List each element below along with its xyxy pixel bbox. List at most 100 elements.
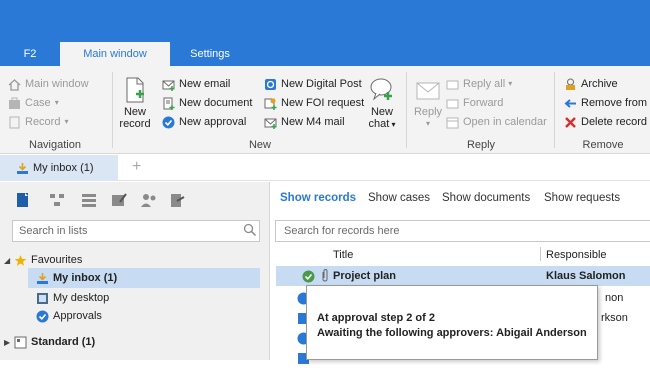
- expand-arrow-icon[interactable]: ▶: [4, 338, 14, 347]
- tab-settings[interactable]: Settings: [170, 42, 250, 66]
- email-icon: [162, 78, 175, 91]
- ribbon-separator: [112, 72, 113, 148]
- main-window-button[interactable]: Main window: [8, 75, 89, 93]
- tree-standard[interactable]: ▶ Standard (1): [0, 332, 270, 352]
- chevron-down-icon: ▾: [64, 117, 69, 126]
- tab-show-records[interactable]: Show records: [280, 192, 356, 204]
- case-icon: [8, 97, 21, 110]
- arrow-left-icon: [564, 97, 577, 110]
- approvals-label: Approvals: [53, 310, 102, 322]
- list-icon[interactable]: [80, 192, 98, 208]
- column-title[interactable]: Title: [333, 249, 353, 261]
- tab-show-cases[interactable]: Show cases: [368, 192, 430, 204]
- chat-icon: [368, 76, 396, 104]
- inbox-icon: [36, 272, 49, 285]
- ribbon-group-reply: Reply ▾ Reply all ▾ Forward Open in cale…: [408, 66, 554, 154]
- new-digital-post-label: New Digital Post: [281, 78, 362, 90]
- hierarchy-icon[interactable]: [48, 192, 66, 208]
- remove-from-list-label: Remove from li: [581, 97, 650, 109]
- tooltip-line-2: Awaiting the following approvers: Abigai…: [317, 327, 587, 339]
- chevron-down-icon: ▾: [389, 120, 396, 129]
- row-title: Project plan: [333, 270, 396, 282]
- new-chat-button[interactable]: New chat ▾: [362, 76, 402, 131]
- new-approval-button[interactable]: New approval: [162, 113, 246, 131]
- delete-record-button[interactable]: Delete record ▾: [564, 113, 650, 131]
- add-tab-icon[interactable]: +: [132, 159, 146, 175]
- record-dropdown[interactable]: Record ▾: [8, 113, 68, 131]
- attachment-icon: [320, 268, 330, 286]
- tree-my-inbox[interactable]: My inbox (1): [28, 268, 260, 288]
- home-icon: [8, 78, 21, 91]
- open-in-calendar-label: Open in calendar: [463, 116, 547, 128]
- m4-mail-icon: [264, 116, 277, 129]
- new-chat-label-2: chat: [368, 118, 390, 130]
- row-responsible: non: [605, 292, 624, 304]
- new-email-label: New email: [179, 78, 231, 90]
- new-email-button[interactable]: New email: [162, 75, 230, 93]
- new-digital-post-button[interactable]: New Digital Post: [264, 75, 362, 93]
- approval-icon: [162, 116, 175, 129]
- main-window-label: Main window: [25, 78, 89, 90]
- new-foi-request-button[interactable]: New FOI request: [264, 94, 364, 112]
- edit-list-icon[interactable]: [110, 192, 128, 208]
- ribbon-tabs: F2 Main window Settings: [0, 42, 650, 66]
- new-list-icon[interactable]: [14, 192, 32, 208]
- column-responsible[interactable]: Responsible: [546, 249, 607, 261]
- list-folder-icon: [14, 336, 27, 349]
- reply-button[interactable]: Reply ▾: [412, 76, 444, 130]
- open-in-calendar-button[interactable]: Open in calendar: [446, 113, 547, 131]
- archive-label: Archive: [581, 78, 618, 90]
- reply-mail-icon: [414, 76, 442, 104]
- new-record-button[interactable]: New record: [118, 76, 152, 130]
- table-row[interactable]: Project plan Klaus Salomon: [276, 266, 650, 286]
- document-tab-bar: My inbox (1) +: [0, 155, 650, 181]
- record-label: Record: [25, 116, 61, 128]
- delete-icon: [564, 116, 577, 129]
- case-label: Case: [25, 97, 51, 109]
- tab-show-documents[interactable]: Show documents: [442, 192, 530, 204]
- title-bar: [0, 0, 650, 42]
- column-divider[interactable]: [540, 247, 541, 261]
- forward-icon: [446, 97, 459, 110]
- tab-show-requests[interactable]: Show requests: [544, 192, 620, 204]
- new-document-button[interactable]: New document: [162, 94, 252, 112]
- users-icon[interactable]: [140, 192, 158, 208]
- tree-favourites[interactable]: ◢ Favourites: [0, 250, 270, 270]
- record-search-input[interactable]: Search for records here: [275, 220, 650, 242]
- remove-from-list-button[interactable]: Remove from li: [564, 94, 650, 112]
- approval-icon: [36, 310, 49, 323]
- ribbon-group-remove: Archive Remove from li Delete record ▾ R…: [556, 66, 650, 154]
- collapse-arrow-icon[interactable]: ◢: [4, 256, 14, 265]
- list-search-input[interactable]: Search in lists: [12, 220, 260, 242]
- tooltip-line-1: At approval step 2 of 2: [317, 312, 435, 324]
- new-chat-label-1: New: [370, 106, 393, 118]
- share-list-icon[interactable]: [168, 192, 186, 208]
- tab-f2[interactable]: F2: [0, 42, 60, 66]
- left-panel: Search in lists ◢ Favourites My inbox (1…: [0, 182, 270, 360]
- chevron-down-icon: ▾: [508, 79, 513, 88]
- archive-icon: [564, 78, 577, 91]
- favourites-label: Favourites: [31, 254, 83, 266]
- row-responsible: rkson: [601, 312, 628, 324]
- tab-my-inbox[interactable]: My inbox (1): [0, 155, 118, 181]
- document-icon: [162, 97, 175, 110]
- desktop-icon: [36, 292, 49, 305]
- table-header: Title Responsible: [271, 246, 650, 264]
- archive-button[interactable]: Archive: [564, 75, 618, 93]
- new-m4-mail-button[interactable]: New M4 mail: [264, 113, 345, 131]
- forward-button[interactable]: Forward: [446, 94, 503, 112]
- tree-my-desktop[interactable]: My desktop: [0, 288, 270, 308]
- tree-approvals[interactable]: Approvals: [0, 306, 270, 326]
- reply-all-button[interactable]: Reply all ▾: [446, 75, 512, 93]
- search-icon[interactable]: [243, 223, 257, 240]
- standard-label: Standard (1): [31, 336, 96, 348]
- ribbon-group-new: New record New email New document New ap…: [114, 66, 406, 154]
- tab-my-inbox-label: My inbox (1): [33, 162, 94, 174]
- new-record-icon: [121, 76, 149, 104]
- tab-main-window[interactable]: Main window: [60, 42, 170, 66]
- reply-all-label: Reply all: [463, 78, 506, 90]
- row-responsible: Klaus Salomon: [546, 270, 626, 282]
- approval-tooltip: At approval step 2 of 2 Awaiting the fol…: [306, 285, 598, 360]
- new-m4-mail-label: New M4 mail: [281, 116, 345, 128]
- case-dropdown[interactable]: Case ▾: [8, 94, 59, 112]
